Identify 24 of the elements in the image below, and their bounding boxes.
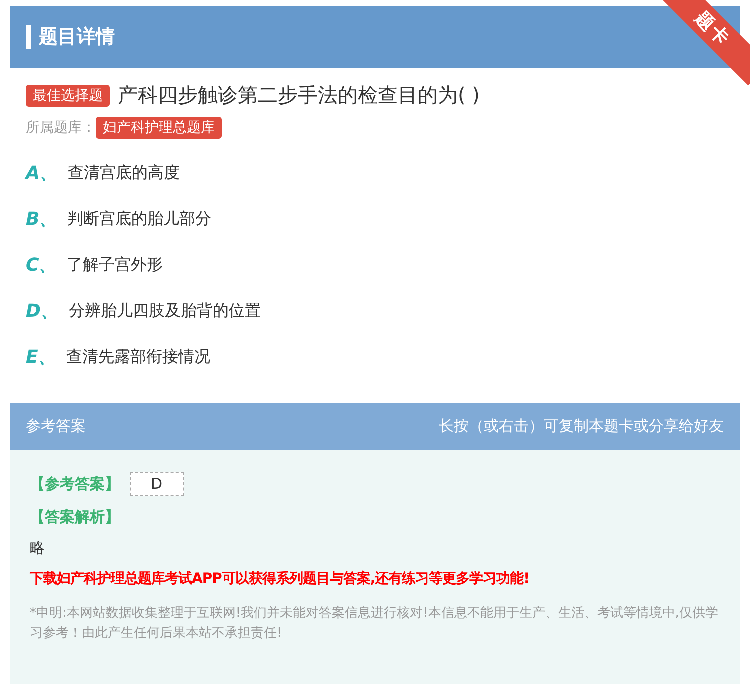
- answer-label: 【参考答案】: [30, 474, 120, 494]
- question-type-tag: 最佳选择题: [26, 84, 110, 106]
- option-letter: E、: [26, 346, 56, 369]
- option-text: 了解子宫外形: [67, 254, 164, 276]
- bank-tag: 妇产科护理总题库: [96, 117, 222, 139]
- option-letter: D、: [26, 300, 59, 323]
- analysis-text: 略: [30, 539, 46, 558]
- header-title: 题目详情: [39, 25, 115, 50]
- title-accent-bar: [26, 25, 31, 49]
- option-text: 查清宫底的高度: [68, 162, 180, 184]
- question-text: 产科四步触诊第二步手法的检查目的为( ): [118, 82, 480, 109]
- option-letter: C、: [26, 254, 58, 277]
- answer-value: D: [130, 472, 184, 496]
- option-text: 判断宫底的胎儿部分: [68, 208, 212, 230]
- bank-label: 所属题库：: [26, 119, 96, 137]
- share-hint: 长按（或右击）可复制本题卡或分享给好友: [439, 417, 724, 436]
- option-letter: B、: [26, 208, 58, 231]
- disclaimer-text: *申明:本网站数据收集整理于互联网!我们并未能对答案信息进行核对!本信息不能用于生产、生活、考试等情境中,仅供学习参考！由此产生任何后果本站不承担责任!: [30, 605, 720, 643]
- app-promo-text: 下载妇产科护理总题库考试APP可以获得系列题目与答案,还有练习等更多学习功能!: [30, 570, 531, 588]
- option-text: 查清先露部衔接情况: [66, 346, 210, 368]
- option-text: 分辨胎儿四肢及胎背的位置: [68, 300, 261, 322]
- analysis-label: 【答案解析】: [30, 508, 121, 527]
- option-letter: A、: [26, 162, 58, 185]
- answer-section-title: 参考答案: [26, 417, 86, 436]
